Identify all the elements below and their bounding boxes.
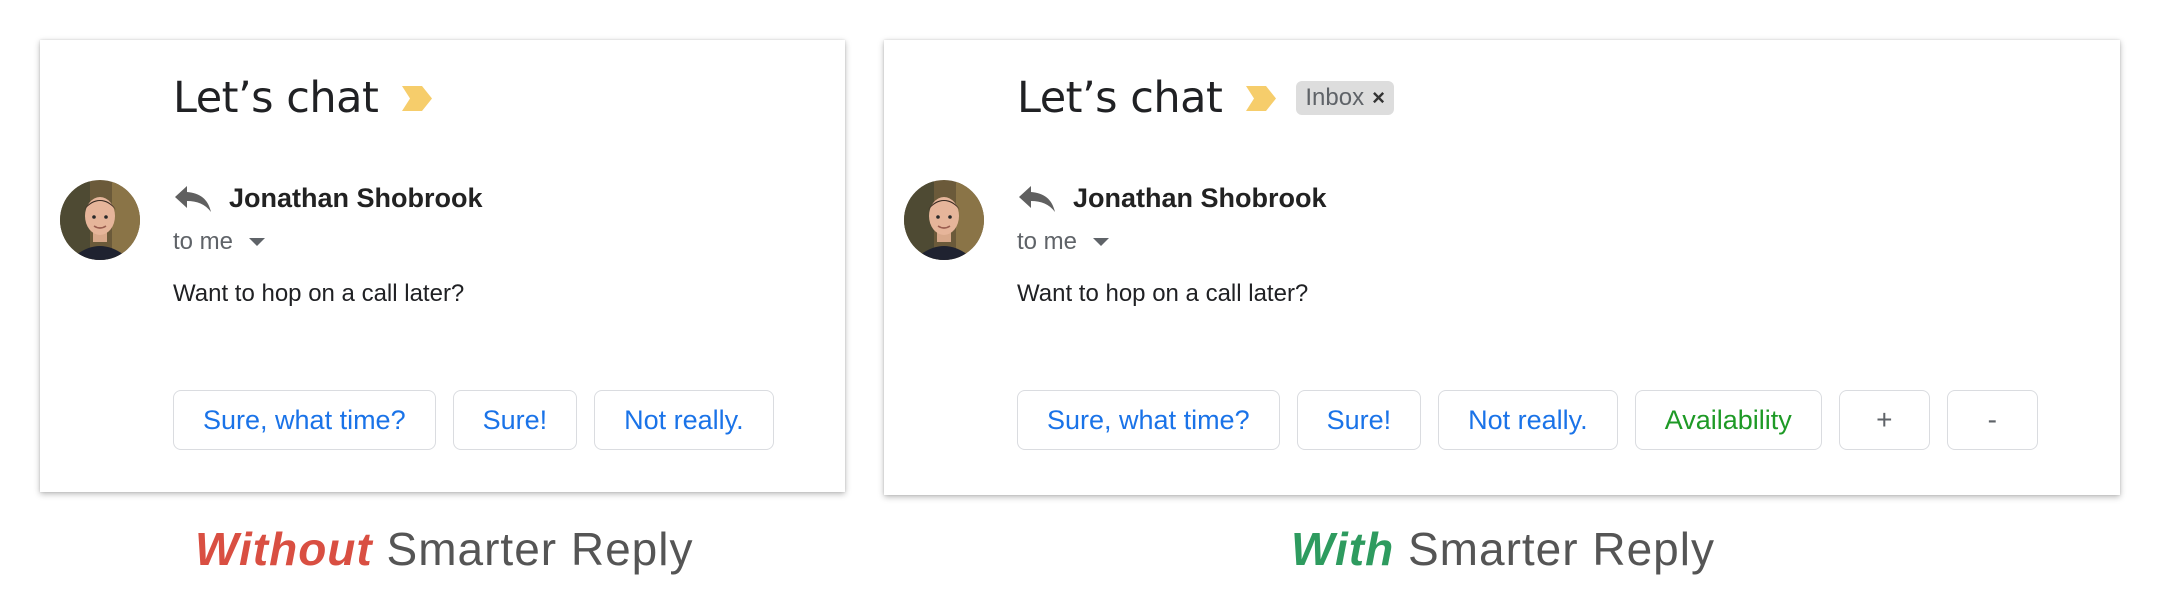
email-card-with: Let’s chat Inbox × Jonathan Shobrook to …: [884, 40, 2120, 495]
caption-suffix: Smarter Reply: [1408, 523, 1715, 575]
reply-arrow-icon[interactable]: [173, 182, 213, 214]
email-subject: Let’s chat: [173, 73, 379, 123]
recipient-dropdown[interactable]: to me: [173, 228, 266, 256]
smart-reply-button[interactable]: Sure, what time?: [1017, 390, 1280, 450]
avatar[interactable]: [904, 180, 984, 260]
dropdown-caret-icon[interactable]: [249, 238, 266, 246]
important-marker-icon[interactable]: [1246, 85, 1277, 111]
recipient-label: to me: [173, 228, 234, 255]
important-marker-icon[interactable]: [402, 85, 433, 111]
smart-reply-row: Sure, what time? Sure! Not really.: [173, 390, 774, 450]
caption-with-word: With: [1291, 523, 1395, 575]
smart-reply-button[interactable]: Not really.: [594, 390, 774, 450]
smart-reply-row: Sure, what time? Sure! Not really. Avail…: [1017, 390, 2038, 450]
inbox-label: Inbox: [1305, 84, 1365, 111]
caption-with: With Smarter Reply: [1291, 522, 1715, 576]
recipient-label: to me: [1017, 228, 1078, 255]
caption-without-word: Without: [195, 523, 373, 575]
reply-arrow-icon[interactable]: [1017, 182, 1057, 214]
email-subject: Let’s chat: [1017, 73, 1223, 123]
recipient-dropdown[interactable]: to me: [1017, 228, 1110, 256]
smart-reply-button[interactable]: Sure!: [452, 390, 578, 450]
remove-reply-button[interactable]: -: [1946, 390, 2038, 450]
smart-reply-button[interactable]: Sure!: [1296, 390, 1422, 450]
email-body: Want to hop on a call later?: [173, 280, 465, 307]
dropdown-caret-icon[interactable]: [1093, 238, 1110, 246]
sender-name: Jonathan Shobrook: [1073, 182, 1327, 213]
add-reply-button[interactable]: +: [1838, 390, 1930, 450]
avatar[interactable]: [60, 180, 140, 260]
smart-reply-button[interactable]: Not really.: [1438, 390, 1618, 450]
smart-reply-button[interactable]: Sure, what time?: [173, 390, 436, 450]
caption-without: Without Smarter Reply: [195, 522, 693, 576]
email-body: Want to hop on a call later?: [1017, 280, 1309, 307]
email-card-without: Let’s chat Jonathan Shobrook to me Want …: [40, 40, 845, 492]
inbox-label-chip: Inbox ×: [1296, 81, 1394, 115]
availability-button[interactable]: Availability: [1634, 390, 1822, 450]
close-icon[interactable]: ×: [1372, 87, 1385, 109]
sender-name: Jonathan Shobrook: [229, 182, 483, 213]
caption-suffix: Smarter Reply: [386, 523, 694, 575]
